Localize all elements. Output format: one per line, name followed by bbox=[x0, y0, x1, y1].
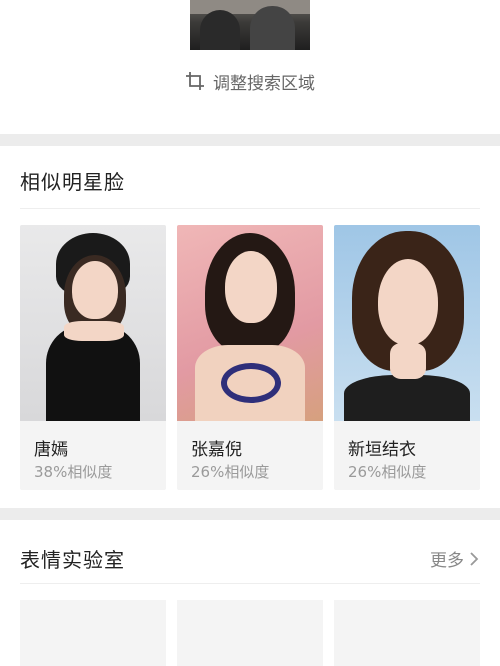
star-similarity: 38%相似度 bbox=[34, 463, 113, 481]
star-photo-3 bbox=[334, 225, 480, 421]
lab-tile-1[interactable] bbox=[20, 600, 166, 666]
lab-tile-2[interactable] bbox=[177, 600, 323, 666]
more-button[interactable]: 更多 bbox=[430, 546, 480, 571]
star-photo-1 bbox=[20, 225, 166, 421]
section-title: 表情实验室 bbox=[20, 548, 125, 572]
expression-lab-section: 表情实验室 更多 bbox=[0, 520, 500, 666]
crop-area: 调整搜索区域 bbox=[0, 0, 500, 134]
divider bbox=[20, 583, 480, 584]
star-card-3[interactable]: 新垣结衣 26%相似度 bbox=[334, 225, 480, 490]
star-name: 唐嫣 bbox=[34, 440, 68, 460]
divider bbox=[20, 208, 480, 209]
more-label: 更多 bbox=[430, 551, 464, 571]
star-photo-2 bbox=[177, 225, 323, 421]
star-card-2[interactable]: 张嘉倪 26%相似度 bbox=[177, 225, 323, 490]
section-title: 相似明星脸 bbox=[20, 170, 125, 194]
star-name: 张嘉倪 bbox=[191, 440, 242, 460]
star-similarity: 26%相似度 bbox=[348, 463, 427, 481]
star-card-1[interactable]: 唐嫣 38%相似度 bbox=[20, 225, 166, 490]
query-image-thumbnail[interactable] bbox=[190, 0, 310, 50]
crop-icon bbox=[186, 72, 204, 90]
star-similarity: 26%相似度 bbox=[191, 463, 270, 481]
chevron-right-icon bbox=[470, 551, 479, 566]
similar-stars-section: 相似明星脸 唐嫣 38%相似度 张嘉倪 26%相似度 新垣结衣 26%相似度 bbox=[0, 146, 500, 508]
star-name: 新垣结衣 bbox=[348, 440, 416, 460]
lab-tile-3[interactable] bbox=[334, 600, 480, 666]
adjust-search-area-label: 调整搜索区域 bbox=[213, 73, 315, 94]
adjust-search-area-button[interactable]: 调整搜索区域 bbox=[0, 66, 500, 96]
